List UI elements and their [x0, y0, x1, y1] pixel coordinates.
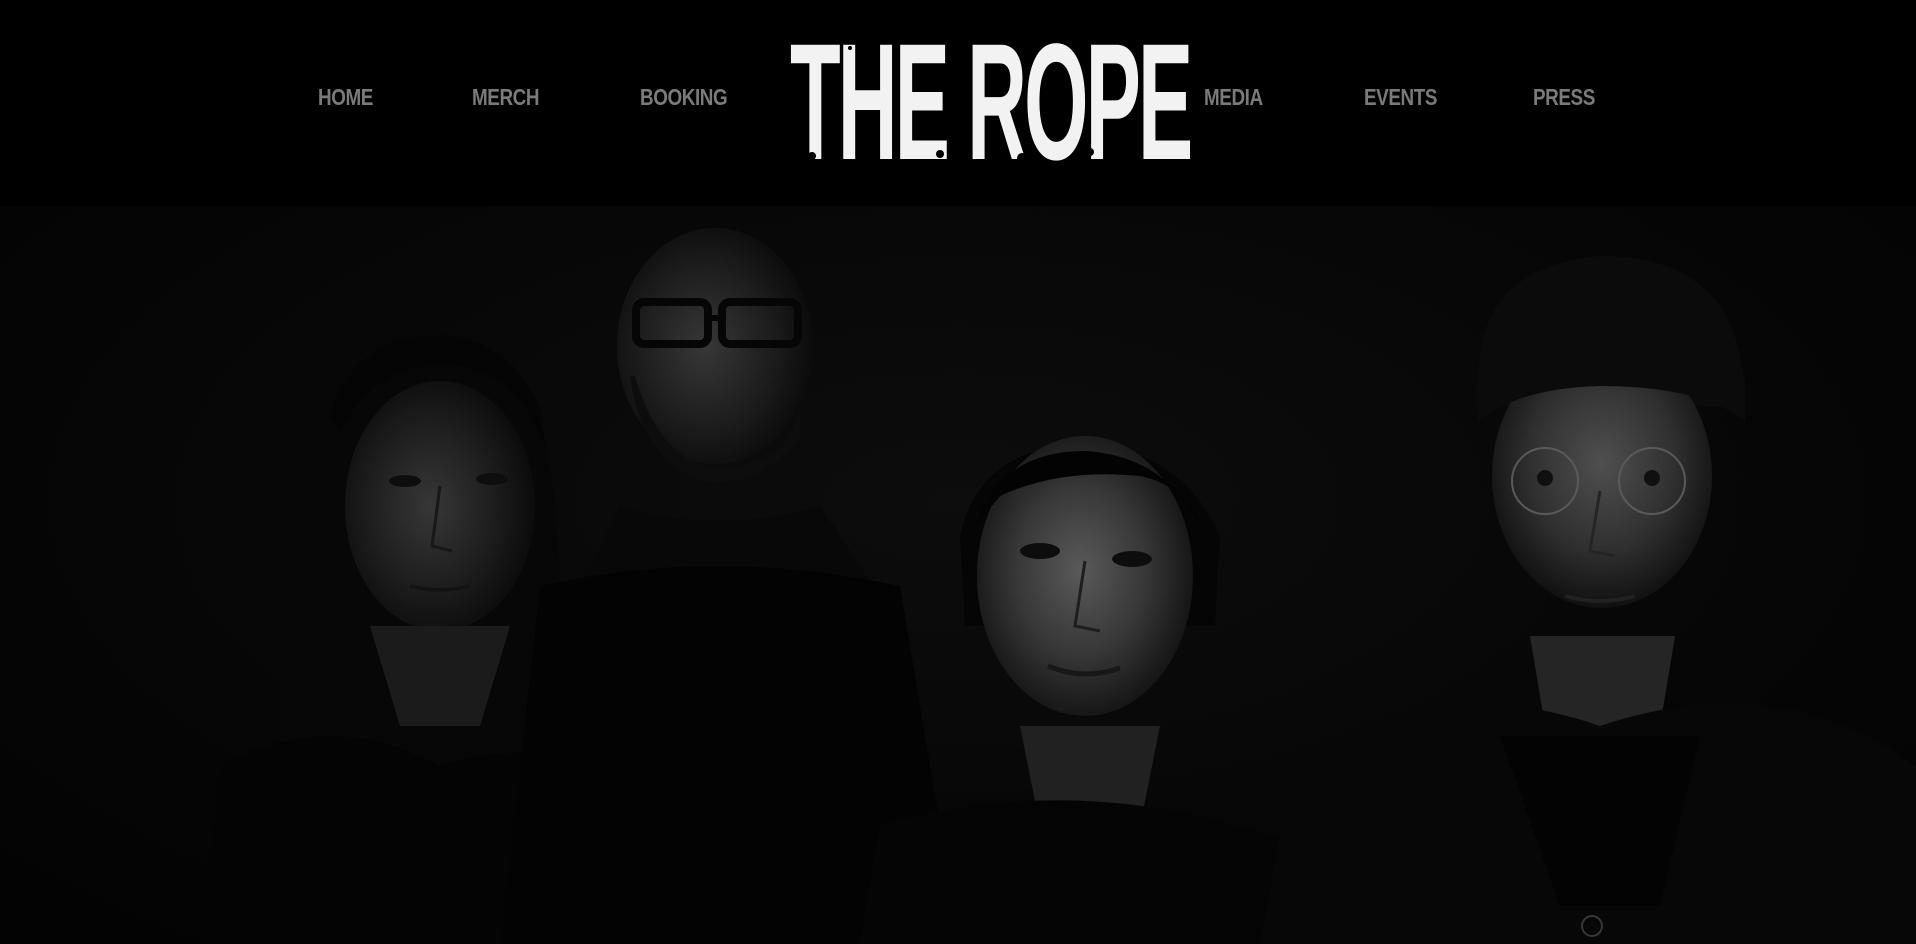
site-header: HOME MERCH BOOKING THE ROPE MEDIA EVENTS… [0, 0, 1916, 206]
nav-merch-link[interactable]: MERCH [472, 82, 540, 112]
logo-grunge-texture [790, 40, 1130, 178]
band-photo [0, 206, 1916, 944]
site-logo[interactable]: THE ROPE [790, 20, 1193, 186]
nav-press-link[interactable]: PRESS [1533, 82, 1595, 112]
nav-booking-link[interactable]: BOOKING [640, 82, 728, 112]
page: HOME MERCH BOOKING THE ROPE MEDIA EVENTS… [0, 0, 1916, 944]
nav-media-link[interactable]: MEDIA [1204, 82, 1263, 112]
band-photo-illustration [0, 206, 1916, 944]
nav-home-link[interactable]: HOME [318, 82, 373, 112]
nav-events-link[interactable]: EVENTS [1364, 82, 1437, 112]
